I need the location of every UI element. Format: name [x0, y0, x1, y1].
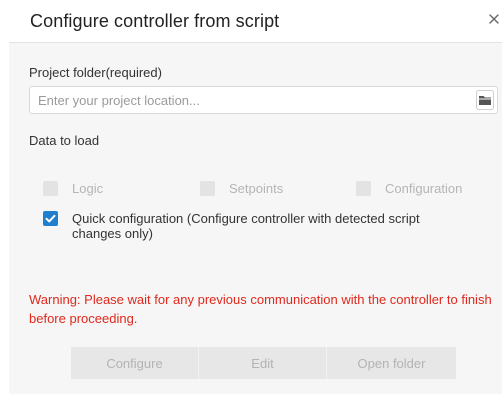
configuration-checkbox-row: Configuration — [356, 181, 462, 196]
logic-checkbox-row: Logic — [43, 181, 103, 196]
setpoints-checkbox-row: Setpoints — [200, 181, 283, 196]
logic-checkbox-label: Logic — [72, 181, 104, 196]
configuration-checkbox-label: Configuration — [385, 181, 463, 196]
configure-button[interactable]: Configure — [71, 347, 199, 379]
setpoints-checkbox[interactable] — [200, 181, 215, 196]
dialog-header: Configure controller from script — [9, 0, 502, 43]
folder-icon[interactable] — [476, 90, 494, 110]
dialog-body: Project folder(required) Data to load Lo… — [9, 43, 502, 394]
project-folder-label: Project folder(required) — [29, 65, 162, 80]
project-folder-field — [29, 86, 498, 114]
open-folder-button[interactable]: Open folder — [327, 347, 456, 379]
quick-configuration-checkbox[interactable] — [43, 211, 58, 226]
quick-configuration-checkbox-row: Quick configuration (Configure controlle… — [43, 211, 472, 241]
setpoints-checkbox-label: Setpoints — [229, 181, 284, 196]
logic-checkbox[interactable] — [43, 181, 58, 196]
configure-controller-dialog: Configure controller from script Project… — [9, 0, 502, 394]
project-folder-input[interactable] — [30, 87, 468, 113]
close-icon[interactable] — [487, 12, 501, 26]
configuration-checkbox[interactable] — [356, 181, 371, 196]
dialog-title: Configure controller from script — [30, 11, 280, 31]
warning-message: Warning: Please wait for any previous co… — [29, 292, 492, 326]
action-button-bar: Configure Edit Open folder — [71, 347, 456, 379]
data-to-load-label: Data to load — [29, 133, 100, 148]
edit-button[interactable]: Edit — [199, 347, 327, 379]
quick-configuration-label: Quick configuration (Configure controlle… — [72, 211, 420, 241]
checkmark-icon — [45, 214, 56, 223]
